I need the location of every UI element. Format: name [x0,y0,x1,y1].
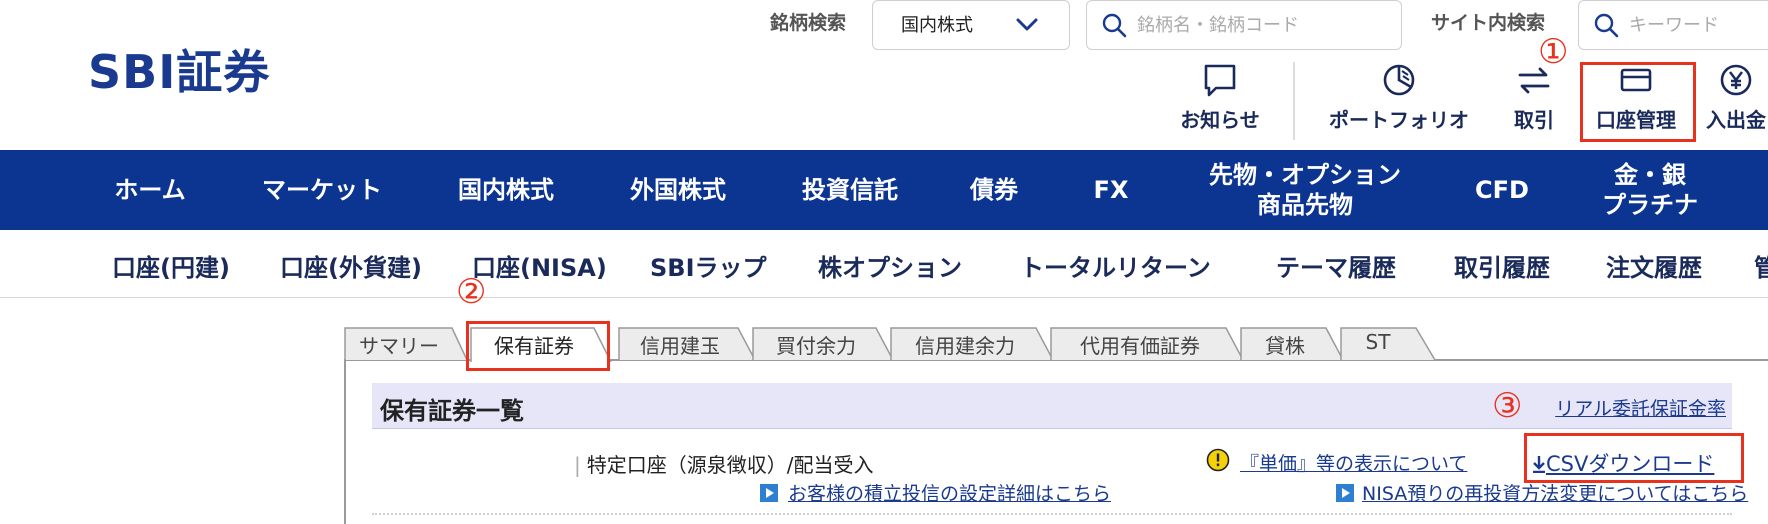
symbol-search-label: 銘柄検索 [770,12,847,34]
arrow-bullet-icon [760,484,778,502]
market-select[interactable]: 国内株式 [872,0,1070,50]
subnav-stock-options[interactable]: 株オプション [818,248,962,283]
symbol-search-box[interactable] [1086,0,1402,50]
header-link-label: お知らせ [1180,108,1260,132]
chevron-down-icon [1016,18,1038,31]
yen-coin-icon [1720,64,1752,96]
tab-label: 代用有価証券 [1080,334,1200,358]
tab-margin-positions[interactable]: 信用建玉 [618,326,756,360]
subnav-theme-history[interactable]: テーマ履歴 [1276,248,1396,283]
holdings-title: 保有証券一覧 [380,397,524,425]
tab-label: 貸株 [1265,334,1305,358]
tab-label: 信用建余力 [915,334,1015,358]
gnav-home[interactable]: ホーム [100,150,200,230]
account-sub-nav: 口座(円建) 口座(外貨建) 口座(NISA) SBIラップ 株オプション トー… [0,230,1768,298]
header-link-label: 取引 [1514,108,1554,132]
gnav-futures-options[interactable]: 先物・オプション 商品先物 [1190,150,1420,230]
account-type-line: | 特定口座（源泉徴収）/配当受入 [574,449,874,478]
annotation-step-2: ② [456,272,487,312]
gnav-fx[interactable]: FX [1084,150,1138,230]
tab-buying-power[interactable]: 買付余力 [752,326,894,360]
header-link-label: ポートフォリオ [1329,108,1469,132]
gnav-precious-metals[interactable]: 金・銀 プラチナ [1582,150,1718,230]
nisa-reinvest-link[interactable]: NISA預りの再投資方法変更についてはこちら [1362,479,1748,506]
sbi-logo[interactable]: SBI証券 [88,36,270,102]
site-search-box[interactable] [1578,0,1768,50]
tab-label: 信用建玉 [640,334,720,358]
subnav-account-jpy[interactable]: 口座(円建) [112,248,230,283]
header-link-label: 入出金 [1706,108,1766,132]
header-link-trade[interactable]: 取引 [1508,62,1560,133]
margin-rate-link[interactable]: リアル委託保証金率 [1555,394,1726,421]
subnav-sbi-wrap[interactable]: SBIラップ [650,248,767,283]
arrow-bullet-icon [1336,484,1354,502]
annotation-highlight-account-management [1580,62,1696,142]
gnav-foreign-stocks[interactable]: 外国株式 [618,150,738,230]
subnav-total-return[interactable]: トータルリターン [1020,248,1211,283]
site-search-input[interactable] [1629,9,1759,41]
chat-bubble-icon [1204,64,1236,97]
header-divider [1293,62,1295,140]
tab-label: 買付余力 [776,334,856,358]
tab-margin-capacity[interactable]: 信用建余力 [890,326,1054,360]
tab-summary[interactable]: サマリー [344,326,468,360]
subnav-more[interactable]: 管 [1754,248,1768,283]
dotted-divider [372,513,1732,515]
subnav-trade-history[interactable]: 取引履歴 [1454,248,1550,283]
annotation-highlight-csv-download [1524,433,1744,483]
tab-label: サマリー [359,334,439,358]
separator: | [574,453,581,477]
subnav-order-history[interactable]: 注文履歴 [1606,248,1702,283]
search-icon [1594,13,1619,38]
gnav-market[interactable]: マーケット [252,150,392,230]
tab-collateral-securities[interactable]: 代用有価証券 [1050,326,1244,360]
header-link-notices[interactable]: お知らせ [1172,62,1268,133]
account-type: 特定口座（源泉徴収）/配当受入 [586,453,874,477]
holdings-header: 保有証券一覧 リアル委託保証金率 [372,383,1732,429]
warning-icon [1206,448,1230,472]
market-select-value: 国内株式 [901,15,973,36]
tab-stock-lending[interactable]: 貸株 [1240,326,1344,360]
subnav-account-foreign-currency[interactable]: 口座(外貨建) [280,248,422,283]
gnav-domestic-stocks[interactable]: 国内株式 [446,150,566,230]
tab-label: ST [1365,330,1391,354]
gnav-investment-trust[interactable]: 投資信託 [790,150,910,230]
header-link-portfolio[interactable]: ポートフォリオ [1318,62,1480,133]
unit-price-info-link[interactable]: 『単価』等の表示について [1240,449,1467,476]
global-nav: ホーム マーケット 国内株式 外国株式 投資信託 債券 FX 先物・オプション … [0,150,1768,230]
gnav-cfd[interactable]: CFD [1464,150,1540,230]
pie-chart-icon [1383,64,1415,96]
annotation-step-3: ③ [1492,386,1523,426]
header-link-deposit-withdraw[interactable]: 入出金 [1704,62,1768,133]
fund-settings-link[interactable]: お客様の積立投信の設定詳細はこちら [788,479,1111,506]
annotation-step-1: ① [1538,32,1569,72]
gnav-bonds[interactable]: 債券 [962,150,1026,230]
tab-st[interactable]: ST [1340,326,1436,360]
annotation-highlight-holdings-tab [466,321,610,371]
subnav-account-nisa[interactable]: 口座(NISA) [472,248,607,283]
site-search-label: サイト内検索 [1431,12,1546,34]
site-header: SBI証券 銘柄検索 国内株式 サイト内検索 お知らせ [0,0,1768,150]
search-icon [1102,13,1127,38]
symbol-search-input[interactable] [1137,9,1387,41]
